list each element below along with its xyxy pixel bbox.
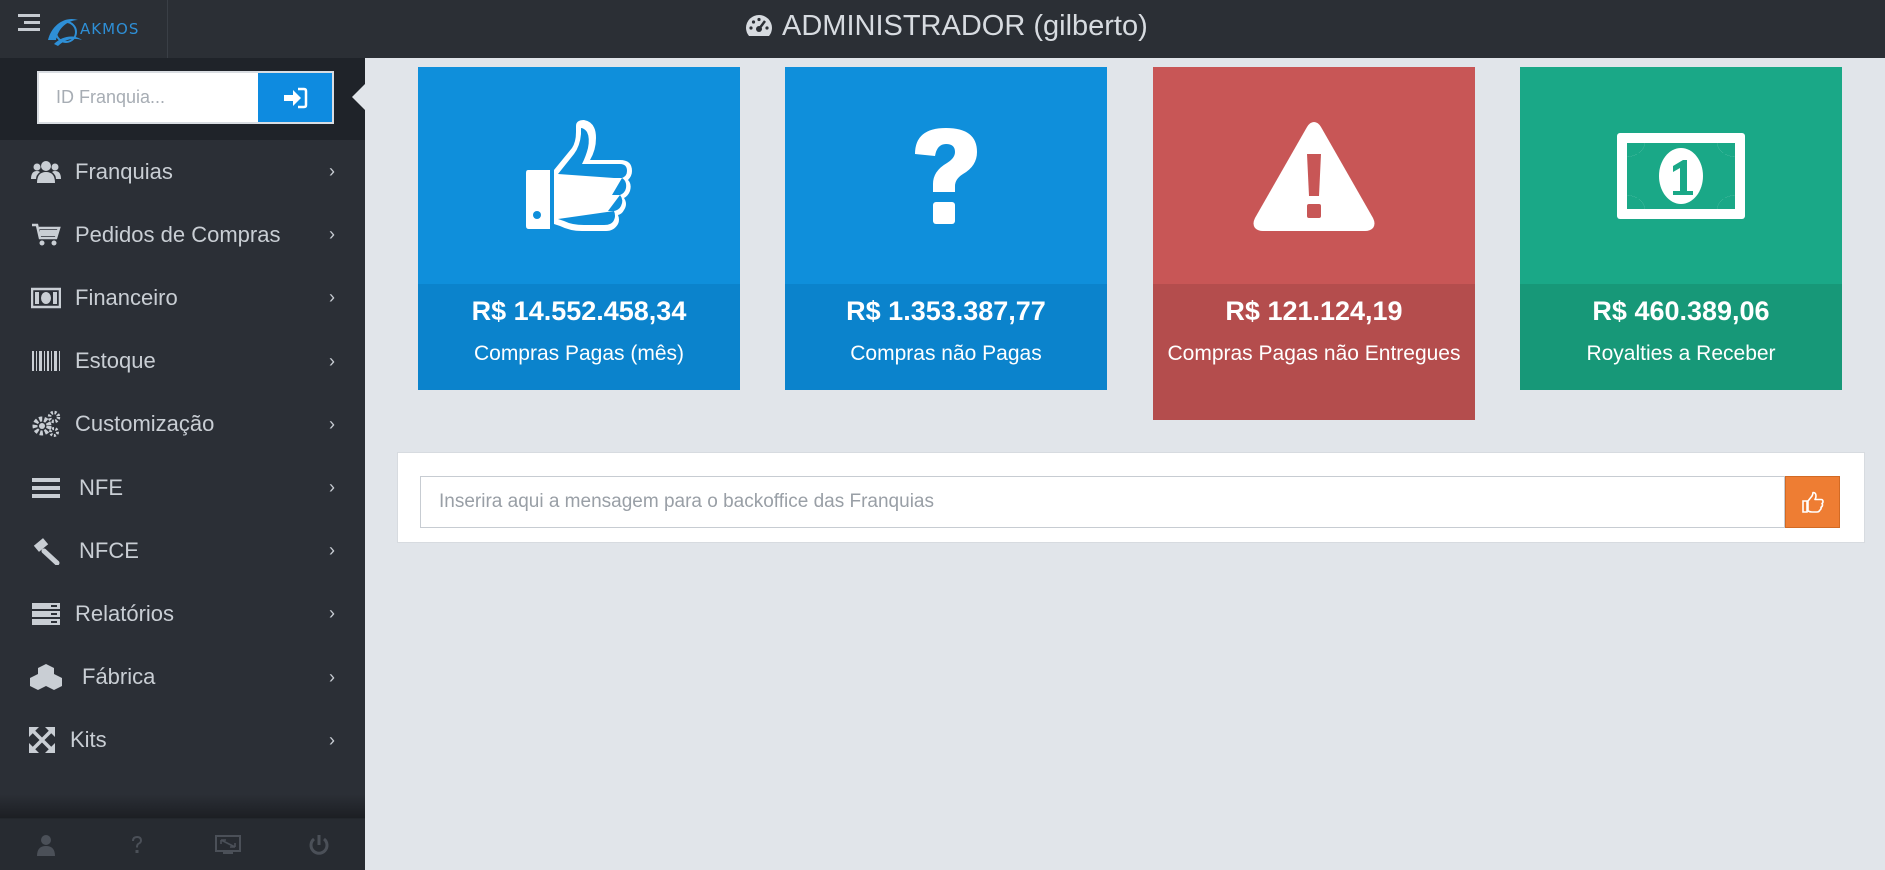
barcode-icon [30, 347, 62, 375]
sidebar-item-label: Estoque [75, 348, 156, 374]
sidebar-item-pedidos-de-compras[interactable]: Pedidos de Compras › [0, 203, 365, 266]
fullscreen-button[interactable] [183, 819, 274, 870]
chevron-right-icon: › [329, 666, 335, 687]
arrows-icon [26, 726, 58, 754]
franchise-search [0, 58, 366, 140]
sidebar-item-franquias[interactable]: Franquias › [0, 140, 365, 203]
chevron-right-icon: › [329, 413, 335, 434]
help-button[interactable] [91, 819, 182, 870]
chevron-right-icon: › [329, 603, 335, 624]
card-info: R$ 460.389,06 Royalties a Receber [1520, 284, 1842, 390]
cart-icon [30, 221, 62, 249]
card-value: R$ 121.124,19 [1225, 296, 1403, 326]
card-label: Compras não Pagas [850, 342, 1042, 365]
money-icon [30, 284, 62, 312]
sidebar-item-label: NFCE [79, 537, 139, 563]
sidebar-item-label: Financeiro [75, 284, 178, 310]
cubes-icon [30, 663, 62, 691]
thumbs-up-icon [1801, 491, 1824, 513]
card-label: Compras Pagas não Entregues [1167, 342, 1461, 365]
sidebar-item-estoque[interactable]: Estoque › [0, 330, 365, 393]
chevron-right-icon: › [329, 161, 335, 182]
stat-card-compras-pagas[interactable]: R$ 14.552.458,34 Compras Pagas (mês) [418, 67, 740, 390]
sidebar-item-kits[interactable]: Kits › [0, 709, 365, 772]
dashboard-gauge-icon [746, 15, 772, 36]
power-icon [309, 834, 329, 855]
stat-card-compras-nao-pagas[interactable]: R$ 1.353.387,77 Compras não Pagas [785, 67, 1107, 390]
card-value: R$ 1.353.387,77 [846, 296, 1046, 326]
thumbs-up-icon [526, 119, 632, 231]
sidebar-item-nfe[interactable]: NFE › [0, 456, 365, 519]
user-button[interactable] [0, 819, 91, 870]
card-icon-area [1153, 67, 1475, 284]
users-icon [30, 158, 62, 186]
card-icon-area [418, 67, 740, 284]
brand: AKMOS [0, 0, 168, 58]
menu-toggle-icon[interactable] [18, 14, 42, 34]
warning-icon [1253, 121, 1375, 231]
chevron-right-icon: › [329, 287, 335, 308]
card-icon-area [785, 67, 1107, 284]
question-icon [131, 835, 142, 853]
screen-icon [215, 834, 242, 854]
sidebar-item-fabrica[interactable]: Fábrica › [0, 646, 365, 709]
gears-icon [30, 410, 62, 438]
sidebar-item-label: Relatórios [75, 600, 175, 626]
server-icon [30, 600, 62, 628]
franchise-login-button[interactable] [258, 71, 334, 124]
money-bill-icon [1617, 132, 1745, 219]
card-value: R$ 14.552.458,34 [471, 296, 687, 326]
sidebar-item-customizacao[interactable]: Customização › [0, 393, 365, 456]
chevron-right-icon: › [329, 350, 335, 371]
top-bar: AKMOS ADMINISTRADOR (gilberto) [0, 0, 1885, 58]
sidebar-item-label: Pedidos de Compras [75, 221, 281, 247]
sidebar-item-label: Fábrica [82, 664, 156, 690]
backoffice-message-panel [397, 452, 1865, 543]
question-icon [915, 127, 977, 224]
sidebar-caret [352, 83, 366, 111]
sidebar-item-label: Kits [70, 727, 107, 753]
page-title-text: ADMINISTRADOR (gilberto) [782, 9, 1148, 42]
chevron-right-icon: › [329, 224, 335, 245]
list-icon [30, 474, 62, 502]
card-info: R$ 1.353.387,77 Compras não Pagas [785, 284, 1107, 390]
sidebar-item-label: Franquias [75, 158, 173, 184]
logo-text: AKMOS [80, 20, 140, 38]
page-title: ADMINISTRADOR (gilberto) [744, 6, 1148, 46]
sidebar-item-nfce[interactable]: NFCE › [0, 519, 365, 582]
sidebar-shadow [0, 794, 365, 818]
gavel-icon [30, 537, 62, 565]
chevron-right-icon: › [329, 729, 335, 750]
card-label: Royalties a Receber [1586, 342, 1776, 365]
sidebar-item-relatorios[interactable]: Relatórios › [0, 582, 365, 645]
card-value: R$ 460.389,06 [1592, 296, 1770, 326]
stat-card-royalties[interactable]: R$ 460.389,06 Royalties a Receber [1520, 67, 1842, 390]
chevron-right-icon: › [329, 540, 335, 561]
logout-button[interactable] [274, 819, 365, 870]
card-info: R$ 121.124,19 Compras Pagas não Entregue… [1153, 284, 1475, 420]
sidebar-nav: Franquias › Pedidos de Compras › Finance… [0, 140, 365, 772]
backoffice-message-input[interactable] [420, 476, 1785, 528]
sidebar-item-financeiro[interactable]: Financeiro › [0, 266, 365, 329]
card-info: R$ 14.552.458,34 Compras Pagas (mês) [418, 284, 740, 390]
card-icon-area [1520, 67, 1842, 284]
send-message-button[interactable] [1785, 476, 1840, 528]
stat-card-compras-nao-entregues[interactable]: R$ 121.124,19 Compras Pagas não Entregue… [1153, 67, 1475, 420]
sidebar-footer [0, 818, 365, 870]
franchise-id-input[interactable] [37, 71, 259, 124]
sidebar: Franquias › Pedidos de Compras › Finance… [0, 58, 366, 870]
card-label: Compras Pagas (mês) [473, 342, 685, 365]
user-icon [36, 834, 55, 856]
sidebar-item-label: NFE [79, 474, 123, 500]
sidebar-item-label: Customização [75, 411, 215, 437]
chevron-right-icon: › [329, 477, 335, 498]
sign-in-icon [284, 87, 308, 108]
